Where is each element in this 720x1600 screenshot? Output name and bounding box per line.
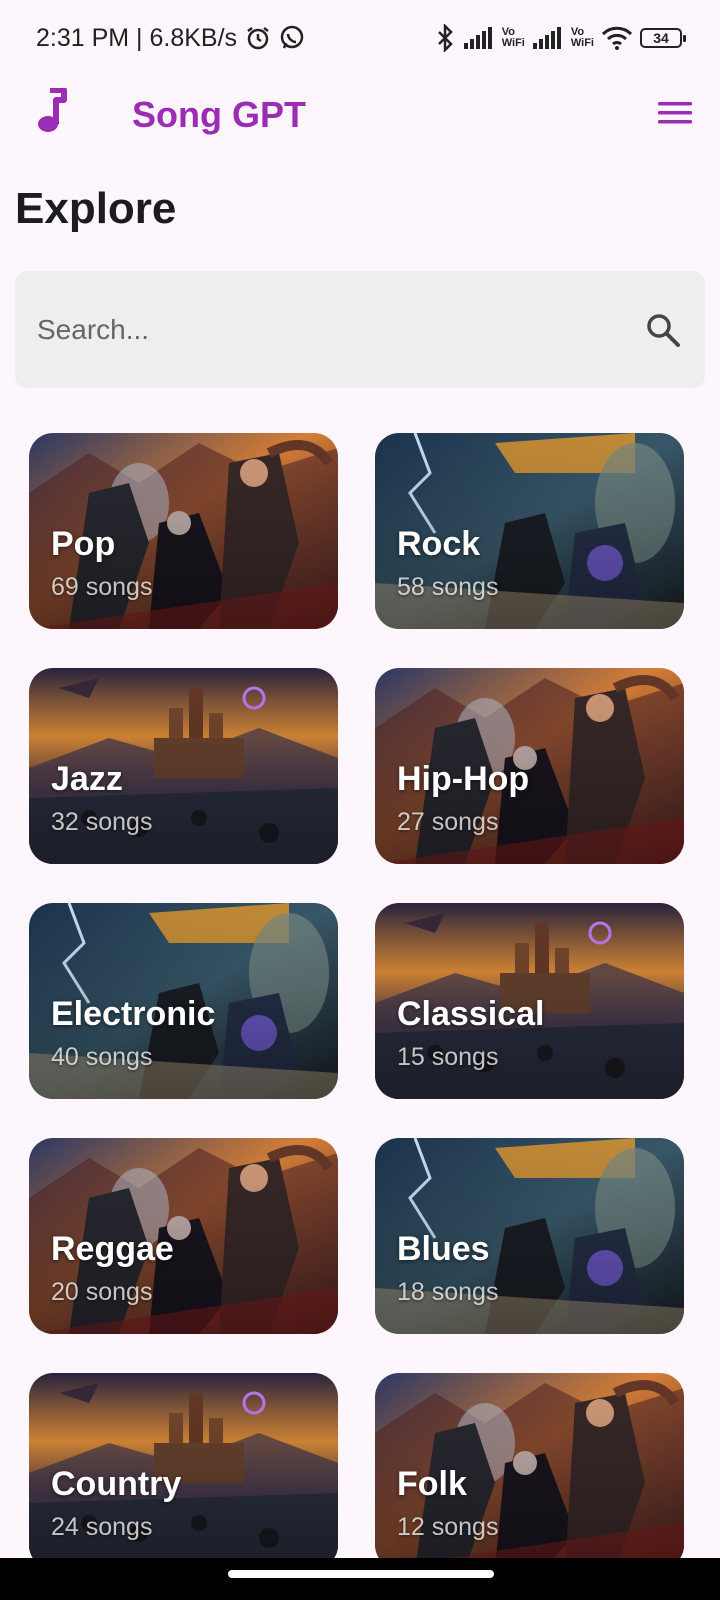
- genre-song-count: 40 songs: [51, 1043, 153, 1071]
- genre-card[interactable]: Reggae 20 songs: [29, 1138, 338, 1334]
- genre-name: Hip-Hop: [397, 760, 530, 798]
- genre-card[interactable]: Jazz 32 songs: [29, 668, 338, 864]
- genre-song-count: 12 songs: [397, 1513, 499, 1541]
- genre-name: Blues: [397, 1230, 490, 1268]
- vowifi-2-label: Vo WiFi: [570, 26, 594, 49]
- genre-name: Pop: [51, 525, 116, 563]
- genre-name: Rock: [397, 525, 481, 563]
- menu-button[interactable]: [656, 98, 694, 128]
- status-left: 2:31 PM | 6.8KB/s: [36, 24, 305, 53]
- vowifi-1-label: Vo WiFi: [501, 26, 525, 49]
- genre-name: Classical: [397, 995, 545, 1033]
- wifi-icon: [602, 26, 632, 50]
- alarm-icon: [245, 25, 271, 51]
- genre-name: Country: [51, 1465, 182, 1503]
- genre-song-count: 24 songs: [51, 1513, 153, 1541]
- genre-card[interactable]: Folk 12 songs: [375, 1373, 684, 1558]
- genre-card[interactable]: Electronic 40 songs: [29, 903, 338, 1099]
- signal-1-icon: [463, 27, 494, 49]
- page-title: Explore: [15, 184, 177, 233]
- battery-level: 34: [653, 30, 669, 46]
- genre-grid: Pop 69 songs Rock 58 songs Jazz 32 songs…: [29, 433, 692, 1558]
- status-time-speed: 2:31 PM | 6.8KB/s: [36, 23, 238, 52]
- music-note-icon: [34, 87, 70, 134]
- genre-name: Jazz: [51, 760, 123, 798]
- search-input[interactable]: [37, 313, 643, 346]
- genre-card[interactable]: Hip-Hop 27 songs: [375, 668, 684, 864]
- status-right: Vo WiFi Vo WiFi 34: [434, 24, 686, 52]
- genre-song-count: 15 songs: [397, 1043, 499, 1071]
- genre-card[interactable]: Pop 69 songs: [29, 433, 338, 629]
- genre-song-count: 32 songs: [51, 808, 153, 836]
- genre-card[interactable]: Blues 18 songs: [375, 1138, 684, 1334]
- genre-song-count: 18 songs: [397, 1278, 499, 1306]
- navigation-bar: [0, 1558, 720, 1600]
- whatsapp-icon: [279, 25, 305, 51]
- status-bar: 2:31 PM | 6.8KB/s Vo WiFi Vo WiFi 34: [0, 0, 720, 76]
- genre-card[interactable]: Classical 15 songs: [375, 903, 684, 1099]
- genre-card[interactable]: Rock 58 songs: [375, 433, 684, 629]
- search-icon[interactable]: [643, 310, 683, 350]
- genre-name: Reggae: [51, 1230, 174, 1268]
- bluetooth-icon: [434, 24, 456, 52]
- genre-song-count: 27 songs: [397, 808, 499, 836]
- search-bar[interactable]: [15, 271, 705, 388]
- hamburger-menu-icon: [658, 102, 692, 124]
- genre-song-count: 58 songs: [397, 573, 499, 601]
- app-title: Song GPT: [132, 94, 306, 135]
- signal-2-icon: [532, 27, 563, 49]
- genre-song-count: 20 songs: [51, 1278, 153, 1306]
- home-indicator[interactable]: [228, 1570, 494, 1578]
- genre-card[interactable]: Country 24 songs: [29, 1373, 338, 1558]
- genre-song-count: 69 songs: [51, 573, 153, 601]
- genre-name: Folk: [397, 1465, 467, 1503]
- genre-name: Electronic: [51, 995, 216, 1033]
- battery-icon: 34: [640, 28, 686, 48]
- app-bar: Song GPT: [0, 76, 720, 152]
